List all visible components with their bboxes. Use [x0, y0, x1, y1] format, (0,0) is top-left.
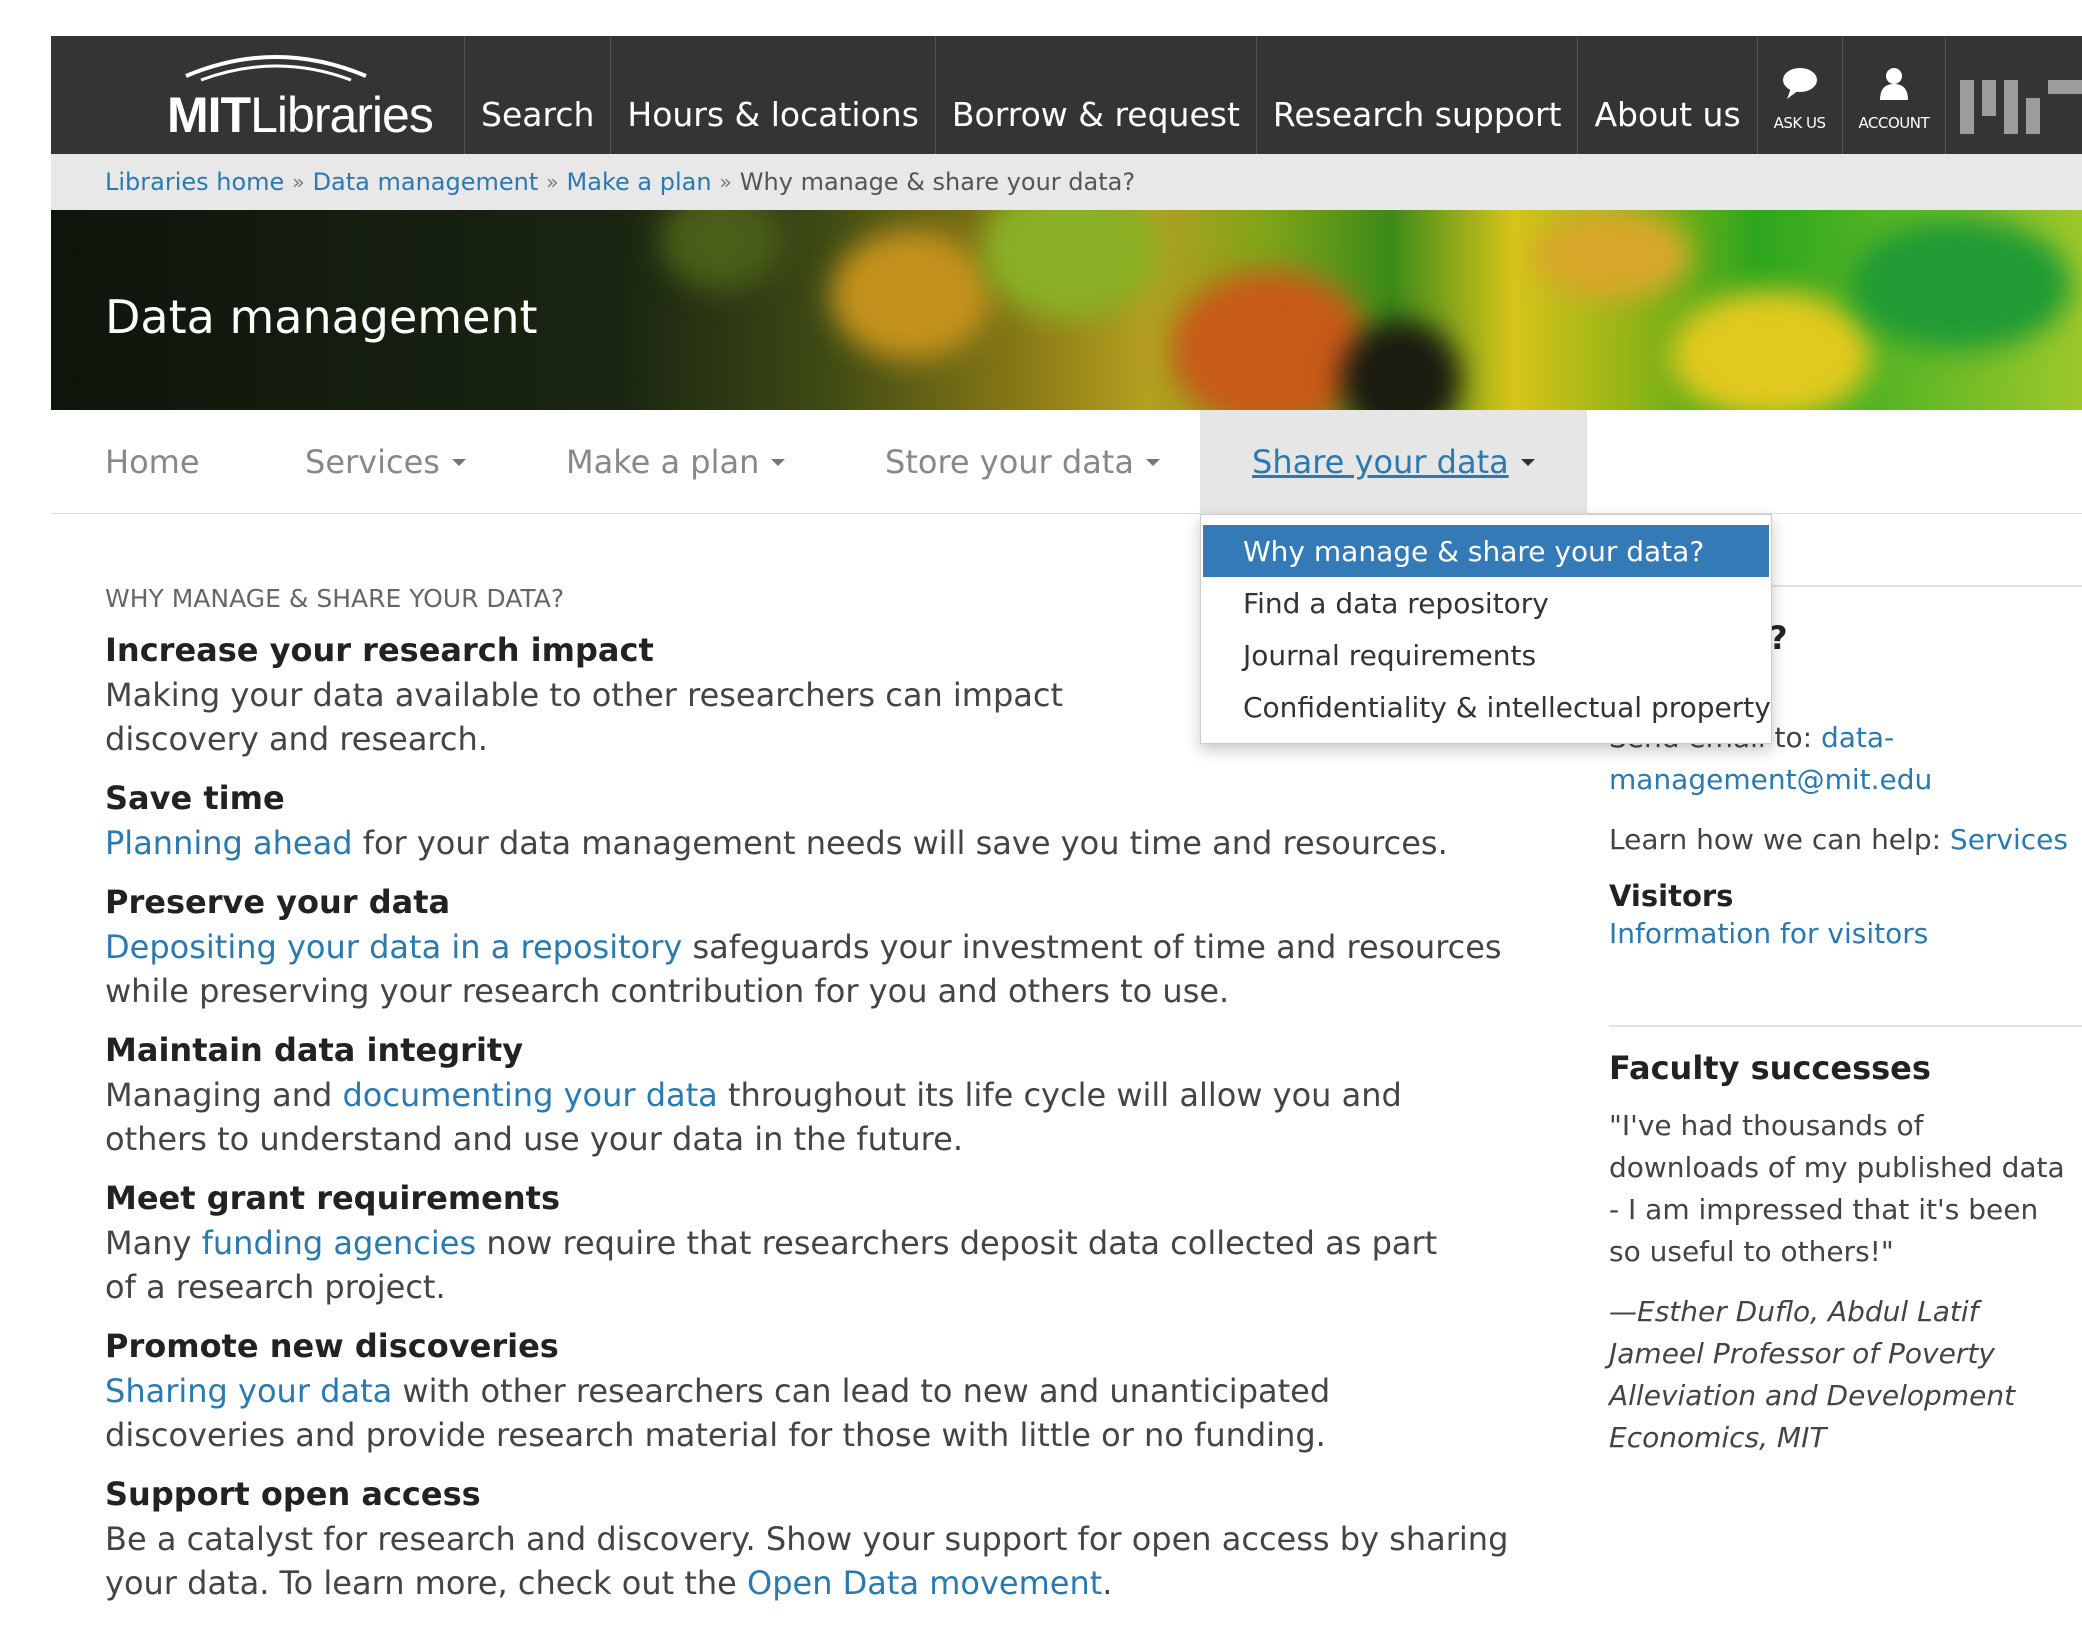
chevron-down-icon — [451, 458, 466, 466]
benefit-item: Save time Planning ahead for your data m… — [105, 779, 1505, 865]
account-label: ACCOUNT — [1858, 114, 1930, 132]
sidebar-divider — [1609, 1025, 2082, 1027]
nav-search[interactable]: Search — [465, 36, 612, 154]
nav-research-support[interactable]: Research support — [1257, 36, 1579, 154]
benefit-item: Support open access Be a catalyst for re… — [105, 1475, 1508, 1605]
menu-item-journal-requirements[interactable]: Journal requirements — [1201, 629, 1771, 681]
breadcrumb-separator: » — [546, 170, 559, 194]
chat-bubble-icon — [1782, 68, 1817, 99]
benefit-text: Planning ahead for your data management … — [105, 824, 1448, 862]
benefit-item: Maintain data integrity Managing and doc… — [105, 1031, 1505, 1161]
depositing-data-link[interactable]: Depositing your data in a repository — [105, 928, 682, 966]
nav-about-us[interactable]: About us — [1578, 36, 1758, 154]
documenting-data-link[interactable]: documenting your data — [342, 1076, 717, 1114]
logo-arc-icon — [185, 55, 367, 82]
mit-logo[interactable] — [1960, 80, 2082, 134]
breadcrumb-separator: » — [719, 170, 732, 194]
funding-agencies-link[interactable]: funding agencies — [202, 1224, 477, 1262]
section-nav: Home Services Make a plan Store your dat… — [51, 410, 2082, 514]
ask-us-label: ASK US — [1773, 114, 1826, 132]
benefit-text: Making your data available to other rese… — [105, 676, 1064, 758]
nav-borrow-request[interactable]: Borrow & request — [936, 36, 1257, 154]
chevron-down-icon — [1520, 458, 1535, 466]
breadcrumb-separator: » — [292, 170, 305, 194]
logo-text: MITLibraries — [167, 87, 434, 143]
breadcrumb-make-a-plan[interactable]: Make a plan — [567, 168, 712, 196]
account-button[interactable]: ACCOUNT — [1843, 36, 1947, 154]
benefit-text: Depositing your data in a repository saf… — [105, 928, 1502, 1010]
benefit-text: Sharing your data with other researchers… — [105, 1372, 1331, 1454]
benefit-text: Many funding agencies now require that r… — [105, 1224, 1438, 1306]
open-data-movement-link[interactable]: Open Data movement — [747, 1564, 1102, 1602]
breadcrumb-current: Why manage & share your data? — [739, 168, 1136, 196]
benefit-item: Meet grant requirements Many funding age… — [105, 1179, 1505, 1309]
user-icon — [1879, 68, 1908, 100]
sidebar-visitors: Information for visitors — [1609, 913, 2082, 955]
services-link[interactable]: Services — [1950, 823, 2068, 856]
menu-item-why-manage-share[interactable]: Why manage & share your data? — [1203, 525, 1769, 577]
breadcrumb-libraries-home[interactable]: Libraries home — [105, 168, 284, 196]
site-header: MITLibraries Search Hours & locations Bo… — [51, 36, 2082, 154]
tab-make-a-plan[interactable]: Make a plan — [566, 410, 786, 514]
ask-us-button[interactable]: ASK US — [1758, 36, 1843, 154]
benefit-item: Preserve your data Depositing your data … — [105, 883, 1505, 1013]
benefit-heading: Save time — [105, 779, 285, 817]
menu-item-confidentiality-ip[interactable]: Confidentiality & intellectual property — [1201, 681, 1771, 733]
benefit-heading: Support open access — [105, 1475, 481, 1513]
faculty-quote: "I've had thousands of downloads of my p… — [1609, 1109, 2065, 1268]
tab-share-your-data[interactable]: Share your data — [1200, 410, 1587, 514]
breadcrumb: Libraries home » Data management » Make … — [51, 154, 2082, 210]
page-title: Data management — [105, 290, 538, 344]
chevron-down-icon — [771, 458, 786, 466]
planning-ahead-link[interactable]: Planning ahead — [105, 824, 353, 862]
visitors-link[interactable]: Information for visitors — [1609, 917, 1928, 950]
tab-services[interactable]: Services — [305, 410, 466, 514]
hero-banner: Data management — [51, 210, 2082, 410]
benefit-item: Promote new discoveries Sharing your dat… — [105, 1327, 1505, 1457]
benefit-heading: Meet grant requirements — [105, 1179, 560, 1217]
breadcrumb-data-management[interactable]: Data management — [313, 168, 539, 196]
mit-libraries-logo[interactable]: MITLibraries — [51, 36, 465, 154]
menu-item-find-repository[interactable]: Find a data repository — [1201, 577, 1771, 629]
faculty-successes-heading: Faculty successes — [1609, 1049, 1931, 1087]
benefit-heading: Preserve your data — [105, 883, 451, 921]
benefit-heading: Maintain data integrity — [105, 1031, 524, 1069]
benefit-text: Be a catalyst for research and discovery… — [105, 1520, 1509, 1602]
sharing-data-link[interactable]: Sharing your data — [105, 1372, 392, 1410]
tab-store-your-data[interactable]: Store your data — [885, 410, 1160, 514]
share-data-dropdown: Why manage & share your data? Find a dat… — [1200, 514, 1772, 744]
sidebar-help: Learn how we can help: Services — [1609, 823, 2068, 856]
benefit-heading: Promote new discoveries — [105, 1327, 559, 1365]
visitors-heading: Visitors — [1609, 879, 1734, 913]
quote-attribution: —Esther Duflo, Abdul Latif Jameel Profes… — [1609, 1295, 2016, 1454]
tab-home[interactable]: Home — [105, 410, 200, 514]
chevron-down-icon — [1145, 458, 1160, 466]
benefit-text: Managing and documenting your data throu… — [105, 1076, 1402, 1158]
nav-hours-locations[interactable]: Hours & locations — [611, 36, 936, 154]
